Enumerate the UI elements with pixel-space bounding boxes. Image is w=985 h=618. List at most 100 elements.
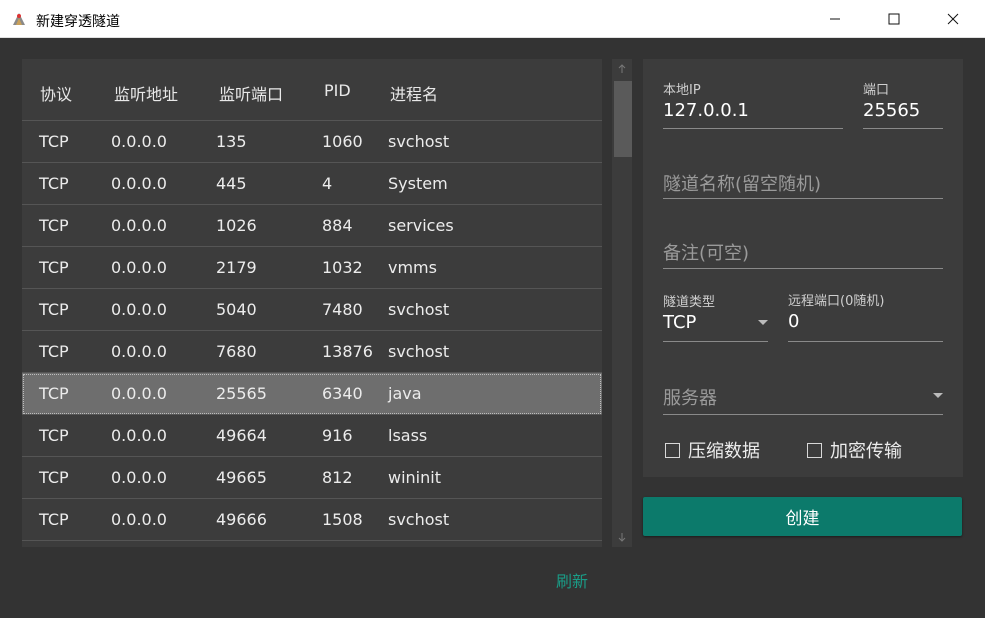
table-row[interactable]: TCP 0.0.0.0 49664 916 lsass bbox=[22, 415, 602, 457]
cell-listen-port: 49665 bbox=[216, 468, 267, 487]
cell-process-name: System bbox=[388, 174, 448, 193]
minimize-icon bbox=[830, 18, 840, 20]
compress-checkbox-box[interactable] bbox=[665, 442, 680, 458]
cell-protocol: TCP bbox=[39, 300, 69, 319]
local-ip-underline bbox=[663, 128, 843, 129]
table-row[interactable]: TCP 0.0.0.0 25565 6340 java bbox=[22, 373, 602, 415]
port-label: 端口 bbox=[863, 83, 890, 98]
table-row[interactable]: TCP 0.0.0.0 5040 7480 svchost bbox=[22, 289, 602, 331]
table-header: 协议 监听地址 监听端口 PID 进程名 bbox=[22, 59, 602, 121]
cell-listen-port: 1026 bbox=[216, 216, 257, 235]
cell-process-name: svchost bbox=[388, 132, 450, 151]
remark-field[interactable]: 备注(可空) bbox=[663, 236, 943, 269]
table-row[interactable]: TCP 0.0.0.0 445 4 System bbox=[22, 163, 602, 205]
tunnel-form: 本地IP 127.0.0.1 端口 25565 隧道名称(留空随机) 备注(可空… bbox=[643, 59, 963, 477]
column-header-process-name[interactable]: 进程名 bbox=[390, 81, 438, 105]
cell-pid: 812 bbox=[322, 468, 353, 487]
cell-listen-address: 0.0.0.0 bbox=[111, 468, 167, 487]
remote-port-underline bbox=[788, 341, 943, 342]
scroll-thumb[interactable] bbox=[614, 81, 632, 157]
cell-pid: 1508 bbox=[322, 510, 363, 529]
cell-listen-address: 0.0.0.0 bbox=[111, 384, 167, 403]
column-header-pid[interactable]: PID bbox=[324, 81, 351, 100]
minimize-button[interactable] bbox=[812, 0, 858, 38]
cell-protocol: TCP bbox=[39, 132, 69, 151]
close-button[interactable] bbox=[930, 0, 976, 38]
remote-port-input[interactable]: 0 bbox=[788, 311, 799, 332]
encrypt-label: 加密传输 bbox=[830, 441, 902, 462]
encrypt-checkbox[interactable]: 加密传输 bbox=[807, 437, 902, 463]
cell-protocol: TCP bbox=[39, 384, 69, 403]
refresh-link[interactable]: 刷新 bbox=[556, 568, 588, 592]
remark-underline bbox=[663, 268, 943, 269]
scroll-down-button[interactable] bbox=[612, 527, 632, 547]
chevron-down-icon bbox=[758, 320, 768, 325]
server-underline bbox=[663, 414, 943, 415]
cell-pid: 1060 bbox=[322, 132, 363, 151]
remote-port-field[interactable]: 远程端口(0随机) 0 bbox=[788, 290, 943, 342]
cell-protocol: TCP bbox=[39, 342, 69, 361]
cell-pid: 7480 bbox=[322, 300, 363, 319]
table-scrollbar[interactable] bbox=[612, 59, 632, 547]
cell-listen-address: 0.0.0.0 bbox=[111, 426, 167, 445]
cell-listen-port: 49666 bbox=[216, 510, 267, 529]
cell-protocol: TCP bbox=[39, 510, 69, 529]
cell-pid: 4 bbox=[322, 174, 333, 193]
table-row[interactable]: TCP 0.0.0.0 7680 13876 svchost bbox=[22, 331, 602, 373]
table-row[interactable]: TCP 0.0.0.0 2179 1032 vmms bbox=[22, 247, 602, 289]
port-underline bbox=[863, 128, 943, 129]
cell-listen-port: 2179 bbox=[216, 258, 257, 277]
close-icon bbox=[947, 13, 959, 25]
table-row[interactable]: TCP 0.0.0.0 1026 884 services bbox=[22, 205, 602, 247]
cell-protocol: TCP bbox=[39, 174, 69, 193]
table-row[interactable]: TCP 0.0.0.0 49665 812 wininit bbox=[22, 457, 602, 499]
cell-protocol: TCP bbox=[39, 468, 69, 487]
maximize-button[interactable] bbox=[871, 0, 917, 38]
cell-process-name: svchost bbox=[388, 510, 450, 529]
local-ip-input[interactable]: 127.0.0.1 bbox=[663, 100, 749, 121]
server-select[interactable]: 服务器 bbox=[663, 381, 943, 415]
column-header-listen-port[interactable]: 监听端口 bbox=[219, 81, 283, 105]
port-input[interactable]: 25565 bbox=[863, 100, 920, 121]
arrow-down-icon bbox=[618, 533, 626, 542]
compress-checkbox[interactable]: 压缩数据 bbox=[665, 437, 760, 463]
server-select-value[interactable]: 服务器 bbox=[663, 384, 717, 410]
column-header-protocol[interactable]: 协议 bbox=[40, 81, 72, 105]
cell-protocol: TCP bbox=[39, 426, 69, 445]
compress-label: 压缩数据 bbox=[688, 441, 760, 462]
local-ip-label: 本地IP bbox=[663, 83, 701, 98]
tunnel-name-field[interactable]: 隧道名称(留空随机) bbox=[663, 167, 943, 199]
remark-input[interactable]: 备注(可空) bbox=[663, 239, 749, 265]
cell-listen-address: 0.0.0.0 bbox=[111, 300, 167, 319]
local-ip-field[interactable]: 本地IP 127.0.0.1 bbox=[663, 79, 843, 129]
create-button[interactable]: 创建 bbox=[643, 497, 962, 536]
app-icon bbox=[13, 13, 25, 25]
tunnel-type-label: 隧道类型 bbox=[663, 295, 716, 310]
table-row[interactable]: TCP 0.0.0.0 49666 1508 svchost bbox=[22, 499, 602, 541]
cell-pid: 884 bbox=[322, 216, 353, 235]
cell-process-name: wininit bbox=[388, 468, 441, 487]
port-field[interactable]: 端口 25565 bbox=[863, 79, 943, 129]
tunnel-type-value[interactable]: TCP bbox=[663, 312, 696, 333]
chevron-down-icon bbox=[933, 393, 943, 398]
tunnel-name-input[interactable]: 隧道名称(留空随机) bbox=[663, 170, 821, 196]
scroll-up-button[interactable] bbox=[612, 59, 632, 79]
cell-listen-address: 0.0.0.0 bbox=[111, 132, 167, 151]
tunnel-name-underline bbox=[663, 198, 943, 199]
title-bar: 新建穿透隧道 bbox=[0, 0, 985, 38]
column-header-listen-address[interactable]: 监听地址 bbox=[114, 81, 178, 105]
maximize-icon bbox=[888, 13, 900, 25]
cell-process-name: java bbox=[388, 384, 422, 403]
encrypt-checkbox-box[interactable] bbox=[807, 442, 822, 458]
tunnel-type-select[interactable]: 隧道类型 TCP bbox=[663, 291, 768, 342]
cell-listen-address: 0.0.0.0 bbox=[111, 174, 167, 193]
cell-listen-port: 5040 bbox=[216, 300, 257, 319]
cell-process-name: svchost bbox=[388, 300, 450, 319]
cell-listen-address: 0.0.0.0 bbox=[111, 258, 167, 277]
table-row[interactable]: TCP 0.0.0.0 135 1060 svchost bbox=[22, 121, 602, 163]
cell-listen-port: 445 bbox=[216, 174, 247, 193]
table-body: TCP 0.0.0.0 135 1060 svchost TCP 0.0.0.0 445 4 Sy… bbox=[22, 121, 602, 541]
cell-process-name: services bbox=[388, 216, 454, 235]
cell-listen-port: 49664 bbox=[216, 426, 267, 445]
port-table: 协议 监听地址 监听端口 PID 进程名 TCP 0.0.0.0 135 1060 sv… bbox=[22, 59, 602, 547]
